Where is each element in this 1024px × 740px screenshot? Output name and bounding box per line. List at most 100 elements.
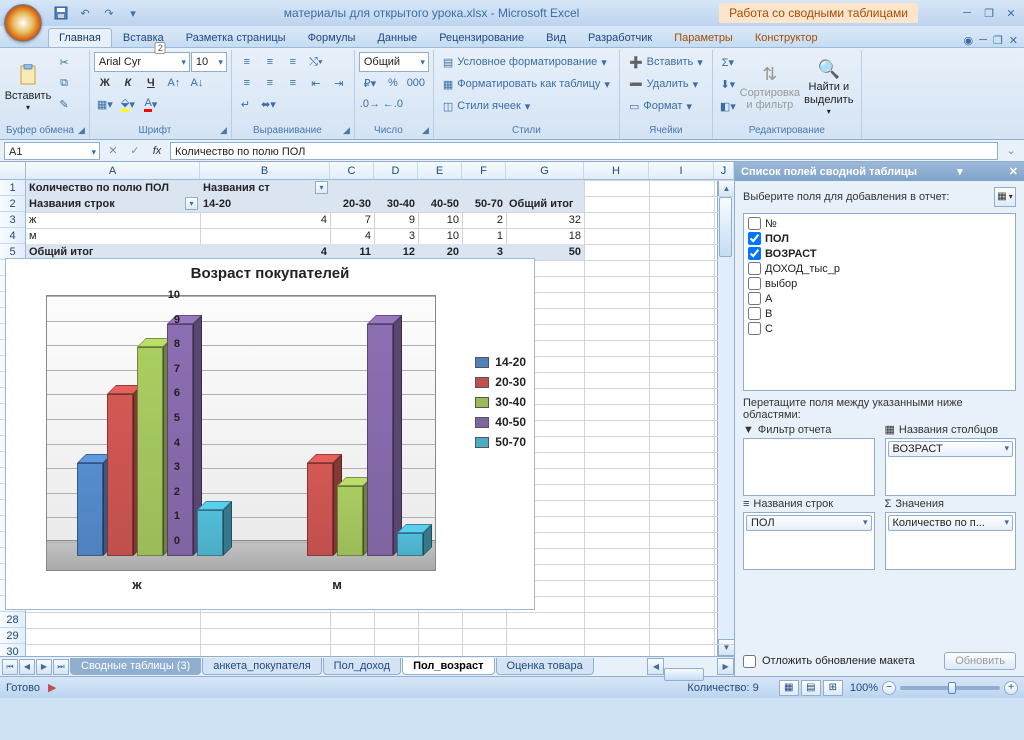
field-label-0[interactable]: №: [765, 218, 777, 230]
hscroll-thumb[interactable]: [664, 668, 704, 681]
format-as-table[interactable]: ▦Форматировать как таблицу▾: [438, 74, 615, 94]
col-header-I[interactable]: I: [649, 162, 714, 179]
field-check-0[interactable]: [748, 217, 761, 230]
grow-font[interactable]: A↑: [163, 73, 185, 93]
tab-next[interactable]: ▶: [36, 659, 52, 675]
cell-r2c1[interactable]: 14-20: [200, 196, 330, 212]
ribbon-tab-7[interactable]: Разработчик: [577, 28, 663, 47]
cols-item[interactable]: ВОЗРАСТ: [888, 441, 1014, 457]
window-minimize[interactable]: ─: [958, 7, 976, 20]
align-center[interactable]: ≡: [259, 73, 281, 93]
cell-r2c3[interactable]: 30-40: [374, 196, 418, 212]
cell-r4c3[interactable]: 3: [374, 228, 418, 244]
paste-button[interactable]: Вставить ▾: [6, 52, 50, 124]
ribbon-tab-6[interactable]: Вид: [535, 28, 577, 47]
embedded-chart[interactable]: Возраст покупателей жм 14-2020-3030-4040…: [5, 258, 535, 610]
macro-record-icon[interactable]: ▶: [48, 681, 56, 694]
qat-undo[interactable]: ↶: [74, 3, 96, 23]
font-dialog[interactable]: ◢: [220, 125, 227, 136]
office-button[interactable]: [4, 4, 42, 42]
align-left[interactable]: ≡: [236, 73, 258, 93]
field-label-5[interactable]: А: [765, 293, 772, 305]
update-button[interactable]: Обновить: [944, 652, 1016, 670]
field-check-1[interactable]: [748, 232, 761, 245]
col-header-E[interactable]: E: [418, 162, 462, 179]
format-cells[interactable]: ▭Формат▾: [624, 96, 708, 116]
underline-button[interactable]: Ч: [140, 73, 162, 93]
name-box[interactable]: A1: [4, 142, 100, 160]
doc-close[interactable]: ✕: [1009, 34, 1018, 47]
align-top[interactable]: ≡: [236, 52, 258, 72]
row-header-30[interactable]: 30: [0, 644, 25, 656]
col-header-J[interactable]: J: [714, 162, 734, 179]
vscroll-track[interactable]: [718, 197, 734, 639]
field-label-7[interactable]: С: [765, 323, 773, 335]
cell-r2c4[interactable]: 40-50: [418, 196, 462, 212]
cell-r3c0[interactable]: ж: [26, 212, 200, 228]
cell-r4c2[interactable]: 4: [330, 228, 374, 244]
select-all[interactable]: [0, 162, 26, 179]
scroll-left[interactable]: ◀: [647, 658, 664, 675]
col-header-F[interactable]: F: [462, 162, 506, 179]
field-check-3[interactable]: [748, 262, 761, 275]
cell-styles[interactable]: ◫Стили ячеек▾: [438, 96, 615, 116]
italic-button[interactable]: К: [117, 73, 139, 93]
align-bottom[interactable]: ≡: [282, 52, 304, 72]
qat-redo[interactable]: ↷: [98, 3, 120, 23]
field-check-6[interactable]: [748, 307, 761, 320]
align-right[interactable]: ≡: [282, 73, 304, 93]
field-check-5[interactable]: [748, 292, 761, 305]
comma-style[interactable]: 000: [405, 73, 427, 93]
row-header-4[interactable]: 4: [0, 228, 25, 244]
field-check-4[interactable]: [748, 277, 761, 290]
format-painter[interactable]: ✎: [53, 94, 75, 114]
font-name-combo[interactable]: Arial Cyr: [94, 52, 190, 72]
cell-r1c0[interactable]: Количество по полю ПОЛ: [26, 180, 200, 196]
ribbon-tab-8[interactable]: Параметры: [663, 28, 744, 47]
tab-first[interactable]: ⏮: [2, 659, 18, 675]
row-header-29[interactable]: 29: [0, 628, 25, 644]
col-header-B[interactable]: B: [200, 162, 330, 179]
cell-r1c1[interactable]: Названия ст: [200, 180, 330, 196]
dec-decimal[interactable]: ←.0: [382, 94, 404, 114]
col-header-G[interactable]: G: [506, 162, 584, 179]
col-header-C[interactable]: C: [330, 162, 374, 179]
rows-item[interactable]: ПОЛ: [746, 515, 872, 531]
autosum[interactable]: Σ▾: [717, 52, 739, 72]
area-rows[interactable]: ПОЛ: [743, 512, 875, 570]
view-page-break[interactable]: ⊞: [823, 680, 843, 696]
sheet-tab-2[interactable]: Пол_доход: [323, 658, 401, 675]
bold-button[interactable]: Ж: [94, 73, 116, 93]
cell-r3c5[interactable]: 2: [462, 212, 506, 228]
area-vals[interactable]: Количество по п...: [885, 512, 1017, 570]
col-header-D[interactable]: D: [374, 162, 418, 179]
find-select[interactable]: 🔍 Найти и выделить ▾: [801, 52, 857, 124]
row-header-2[interactable]: 2: [0, 196, 25, 212]
cut-button[interactable]: ✂: [53, 52, 75, 72]
qat-save[interactable]: [50, 3, 72, 23]
clear[interactable]: ◧▾: [717, 96, 739, 116]
number-format-combo[interactable]: Общий: [359, 52, 429, 72]
zoom-out[interactable]: −: [882, 681, 896, 695]
ribbon-tab-4[interactable]: Данные: [366, 28, 428, 47]
field-label-1[interactable]: ПОЛ: [765, 233, 789, 245]
font-color[interactable]: A▾: [140, 94, 162, 114]
insert-cells[interactable]: ➕Вставить▾: [624, 52, 708, 72]
view-page-layout[interactable]: ▤: [801, 680, 821, 696]
cell-r4c6[interactable]: 18: [506, 228, 584, 244]
wrap-text[interactable]: ↵: [236, 94, 255, 114]
field-label-2[interactable]: ВОЗРАСТ: [765, 248, 817, 260]
inc-decimal[interactable]: .0→: [359, 94, 381, 114]
merge-center[interactable]: ⬌▾: [256, 94, 281, 114]
filter-row-labels[interactable]: ▾: [185, 197, 198, 210]
align-middle[interactable]: ≡: [259, 52, 281, 72]
fill-color[interactable]: ⬙▾: [117, 94, 139, 114]
ribbon-tab-3[interactable]: Формулы: [297, 28, 367, 47]
field-label-4[interactable]: выбор: [765, 278, 797, 290]
ribbon-tab-0[interactable]: Главная: [48, 28, 112, 47]
field-check-7[interactable]: [748, 322, 761, 335]
filter-col-labels[interactable]: ▾: [315, 181, 328, 194]
field-label-3[interactable]: ДОХОД_тыс_р: [765, 263, 840, 275]
cell-r3c4[interactable]: 10: [418, 212, 462, 228]
zoom-level[interactable]: 100%: [850, 682, 878, 694]
